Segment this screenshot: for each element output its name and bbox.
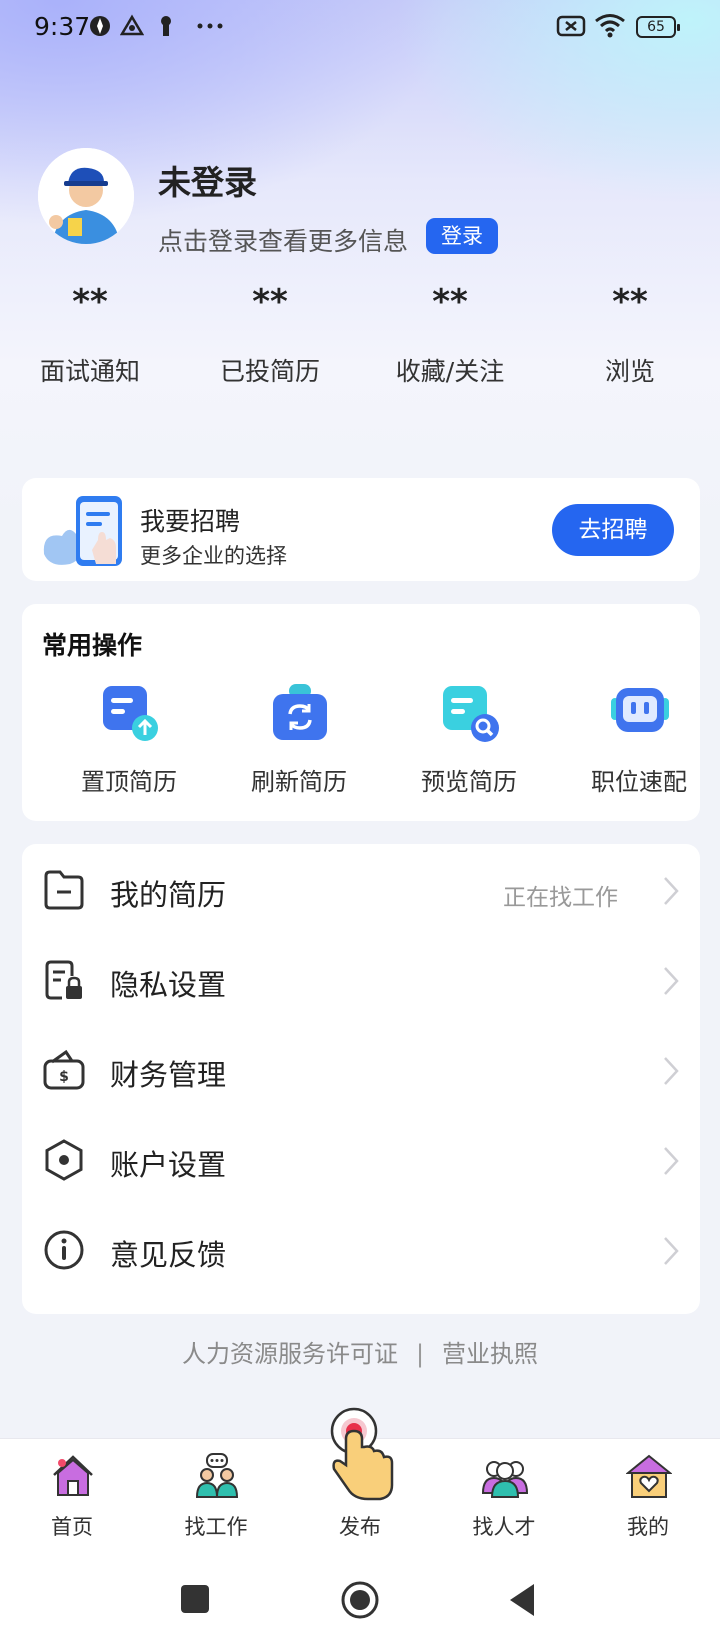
recruit-phone-icon	[43, 496, 122, 566]
info-icon	[44, 1230, 84, 1270]
home-icon	[53, 1455, 93, 1496]
login-button[interactable]: 登录	[426, 218, 498, 254]
nav-label: 发布	[339, 1515, 381, 1539]
stat-value: **	[252, 282, 288, 322]
mine-icon	[626, 1454, 672, 1498]
stat-favorites-follows[interactable]: ** 收藏/关注	[360, 282, 540, 392]
nav-mine[interactable]: 我的	[588, 1453, 708, 1553]
footer-links: 人力资源服务许可证 | 营业执照	[0, 1334, 720, 1369]
menu-label: 财务管理	[110, 1058, 227, 1092]
nav-label: 首页	[51, 1515, 93, 1539]
worker-avatar-icon	[38, 148, 134, 244]
recruit-subtitle: 更多企业的选择	[140, 544, 287, 568]
settings-menu-card: 我的简历 正在找工作 隐私设置 $ 财务管理 账户设置 意见反馈	[22, 844, 700, 1314]
hr-license-link[interactable]: 人力资源服务许可证	[182, 1340, 398, 1368]
menu-label: 我的简历	[110, 878, 227, 912]
op-label: 刷新简历	[251, 768, 347, 796]
stat-label: 收藏/关注	[395, 357, 505, 386]
chevron-right-icon	[664, 967, 679, 995]
stat-label: 已投简历	[219, 357, 320, 386]
profile-name[interactable]: 未登录	[158, 156, 257, 204]
status-time: 9:37	[34, 12, 91, 41]
op-pin-resume[interactable]: 置顶简历	[44, 674, 214, 804]
wifi-icon	[595, 14, 625, 38]
profile-subtitle[interactable]: 点击登录查看更多信息	[158, 222, 408, 258]
op-job-match[interactable]: 职位速配	[554, 674, 720, 804]
stat-sent-resumes[interactable]: ** 已投简历	[180, 282, 360, 392]
nav-publish[interactable]: 发布	[300, 1407, 420, 1553]
pin-resume-icon	[103, 686, 158, 741]
recruit-title: 我要招聘	[140, 507, 241, 536]
more-dots-icon	[197, 23, 223, 29]
menu-label: 账户设置	[110, 1148, 227, 1182]
sim-off-icon	[556, 15, 586, 37]
find-job-icon	[195, 1453, 239, 1498]
nav-find-talent[interactable]: 找人才	[444, 1453, 564, 1553]
stat-label: 浏览	[604, 357, 655, 386]
chevron-right-icon	[664, 1057, 679, 1085]
privacy-lock-icon	[45, 960, 82, 1000]
refresh-resume-icon	[273, 684, 327, 740]
recents-square-icon[interactable]	[180, 1584, 210, 1614]
business-license-link[interactable]: 营业执照	[442, 1340, 538, 1368]
stat-views[interactable]: ** 浏览	[540, 282, 720, 392]
op-preview-resume[interactable]: 预览简历	[384, 674, 554, 804]
settings-hex-icon	[45, 1139, 83, 1181]
chevron-right-icon	[664, 1147, 679, 1175]
menu-finance-management[interactable]: $ 财务管理	[22, 1024, 700, 1114]
go-recruit-button[interactable]: 去招聘	[552, 504, 674, 556]
footer-separator: |	[415, 1340, 425, 1368]
triangle-notification-icon	[120, 14, 144, 36]
preview-resume-icon	[443, 686, 499, 742]
app-notification-icon	[90, 16, 110, 36]
battery-indicator: 65	[636, 16, 680, 38]
nav-label: 我的	[627, 1515, 669, 1539]
nav-home[interactable]: 首页	[12, 1453, 132, 1553]
job-match-icon	[611, 688, 669, 732]
bottom-navigation: 首页 找工作 发布 找人才 我的	[0, 1407, 720, 1560]
common-operations-card: 常用操作 置顶简历 刷新简历 预览简历 职位速配	[22, 604, 700, 821]
system-navigation-bar	[0, 1560, 720, 1650]
stat-value: **	[612, 282, 648, 322]
header-background	[0, 0, 720, 520]
wallet-icon: $	[43, 1049, 85, 1090]
home-circle-icon[interactable]	[340, 1580, 380, 1620]
menu-label: 隐私设置	[110, 968, 227, 1002]
stat-value: **	[432, 282, 468, 322]
keyhole-icon	[161, 16, 171, 36]
menu-value: 正在找工作	[503, 885, 618, 911]
chevron-right-icon	[664, 1237, 679, 1265]
menu-account-settings[interactable]: 账户设置	[22, 1114, 700, 1204]
nav-label: 找人才	[472, 1515, 536, 1539]
op-label: 职位速配	[591, 768, 687, 796]
chevron-right-icon	[664, 877, 679, 905]
svg-text:$: $	[59, 1069, 69, 1085]
avatar[interactable]	[38, 148, 134, 244]
stat-label: 面试通知	[39, 357, 140, 386]
menu-privacy-settings[interactable]: 隐私设置	[22, 934, 700, 1024]
op-refresh-resume[interactable]: 刷新简历	[214, 674, 384, 804]
op-label: 预览简历	[421, 768, 517, 796]
common-operations-title: 常用操作	[42, 631, 143, 660]
menu-label: 意见反馈	[110, 1238, 227, 1272]
menu-my-resume[interactable]: 我的简历 正在找工作	[22, 844, 700, 934]
nav-find-job[interactable]: 找工作	[156, 1453, 276, 1553]
menu-feedback[interactable]: 意见反馈	[22, 1204, 700, 1294]
folder-icon	[44, 870, 84, 910]
publish-icon	[330, 1407, 394, 1501]
stat-value: **	[72, 282, 108, 322]
op-label: 置顶简历	[81, 768, 177, 796]
nav-label: 找工作	[184, 1515, 248, 1539]
status-bar: 9:37 65	[0, 0, 720, 56]
find-talent-icon	[482, 1461, 528, 1498]
recruit-card[interactable]: 我要招聘 更多企业的选择 去招聘	[22, 478, 700, 581]
stat-interview-notices[interactable]: ** 面试通知	[0, 282, 180, 392]
back-triangle-icon[interactable]	[506, 1582, 538, 1618]
